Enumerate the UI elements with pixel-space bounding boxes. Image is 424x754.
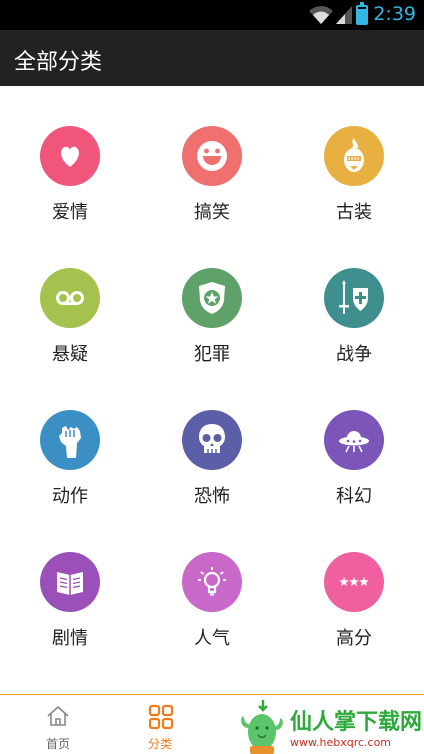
- category-item-high-rating[interactable]: 高分: [294, 552, 414, 682]
- category-label: 人气: [194, 628, 230, 649]
- category-grid-icon: [148, 704, 174, 730]
- category-label: 爱情: [52, 202, 88, 223]
- category-label: 动作: [52, 486, 88, 507]
- category-item-action[interactable]: 动作: [10, 410, 130, 540]
- nav-label-category: 分类: [147, 737, 172, 751]
- status-clock: 2:39: [373, 3, 416, 25]
- category-label: 科幻: [336, 486, 372, 507]
- stars-icon: [324, 552, 384, 612]
- page-title: 全部分类: [14, 50, 103, 75]
- fist-icon: [40, 410, 100, 470]
- category-label: 悬疑: [52, 344, 88, 365]
- category-item-scifi[interactable]: 科幻: [294, 410, 414, 540]
- category-label: 战争: [336, 344, 372, 365]
- signal-icon: [336, 6, 352, 24]
- nav-item-home[interactable]: 首页: [8, 695, 108, 754]
- title-bar: 全部分类: [0, 30, 424, 86]
- category-label: 搞笑: [194, 202, 230, 223]
- category-label: 恐怖: [194, 486, 230, 507]
- skull-icon: [182, 410, 242, 470]
- watermark-url: www.hebxqrc.com: [290, 736, 392, 749]
- category-item-horror[interactable]: 恐怖: [152, 410, 272, 540]
- category-item-love[interactable]: 爱情: [10, 126, 130, 256]
- category-grid: 爱情 搞笑 古装 悬疑 犯罪 战争 动作 恐怖 科幻 剧情 人气 高分: [0, 86, 424, 694]
- wifi-icon: [309, 6, 333, 24]
- laugh-face-icon: [182, 126, 242, 186]
- voicemail-icon: [40, 268, 100, 328]
- category-item-crime[interactable]: 犯罪: [152, 268, 272, 398]
- nav-item-category[interactable]: 分类: [110, 695, 210, 754]
- category-item-drama[interactable]: 剧情: [10, 552, 130, 682]
- category-label: 剧情: [52, 628, 88, 649]
- site-watermark: 仙人掌下载网 www.hebxqrc.com: [232, 698, 424, 754]
- category-item-suspense[interactable]: 悬疑: [10, 268, 130, 398]
- category-label: 古装: [336, 202, 372, 223]
- lightbulb-icon: [182, 552, 242, 612]
- heart-icon: [40, 126, 100, 186]
- ufo-icon: [324, 410, 384, 470]
- category-item-popular[interactable]: 人气: [152, 552, 272, 682]
- battery-icon: [356, 2, 368, 25]
- category-label: 犯罪: [194, 344, 230, 365]
- category-item-costume[interactable]: 古装: [294, 126, 414, 256]
- police-badge-icon: [182, 268, 242, 328]
- cactus-logo: [241, 700, 283, 754]
- category-item-war[interactable]: 战争: [294, 268, 414, 398]
- book-icon: [40, 552, 100, 612]
- category-label: 高分: [336, 628, 372, 649]
- home-icon: [47, 705, 69, 726]
- nav-label-home: 首页: [45, 737, 70, 751]
- ancient-helmet-icon: [324, 126, 384, 186]
- watermark-title: 仙人掌下载网: [290, 709, 423, 735]
- status-bar: 2:39: [0, 0, 424, 30]
- category-item-comedy[interactable]: 搞笑: [152, 126, 272, 256]
- sword-shield-icon: [324, 268, 384, 328]
